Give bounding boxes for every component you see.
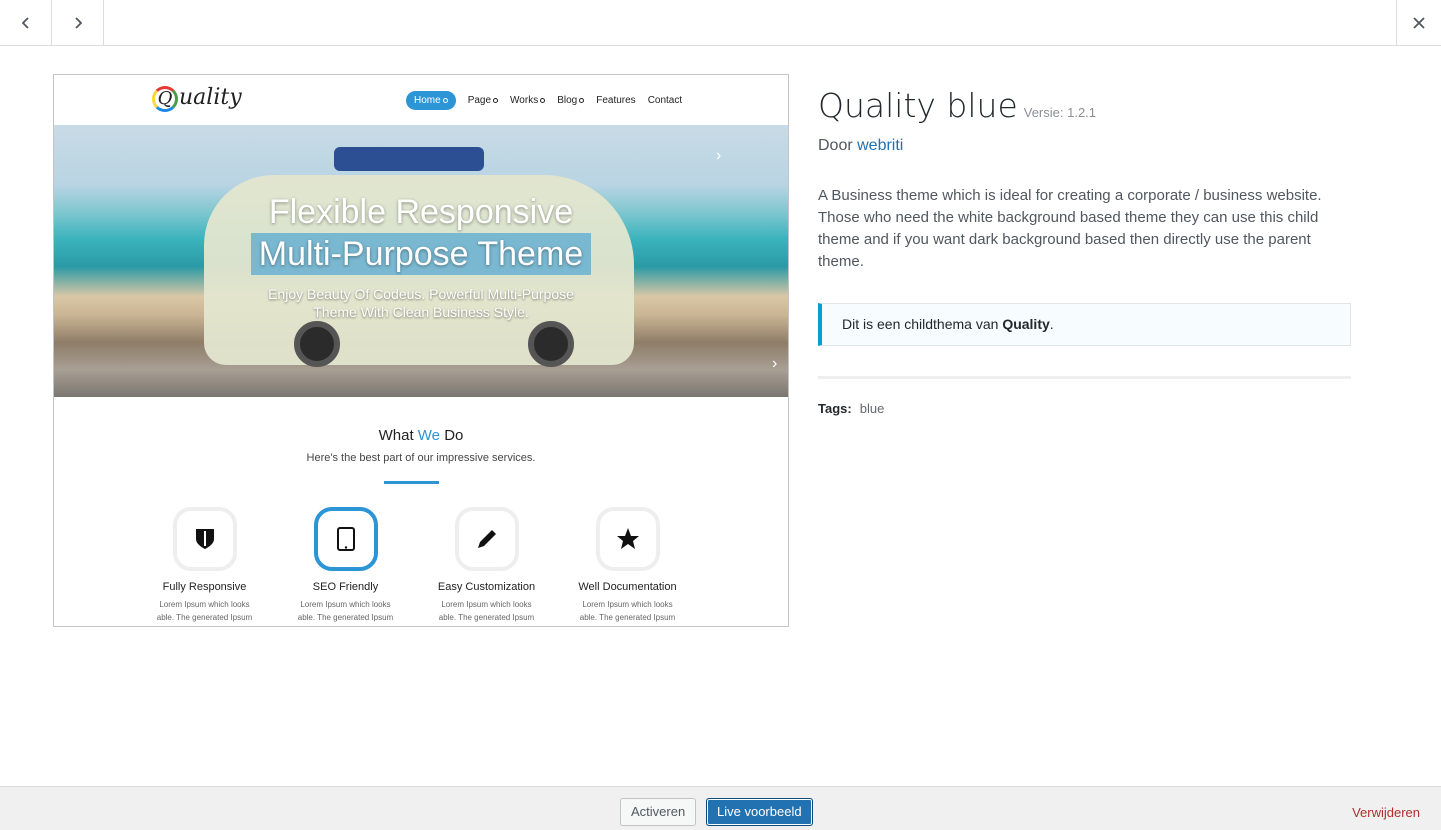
chevron-right-icon: › [772,355,778,372]
child-theme-notice: Dit is een childthema van Quality. [818,303,1351,346]
feature-item: Well Documentation Lorem Ipsum which loo… [577,507,678,624]
screenshot-hero: Flexible Responsive Multi-Purpose Theme … [54,125,788,397]
pencil-icon [454,507,519,571]
chevron-left-icon [21,16,29,29]
wheel-illustration [294,321,340,367]
chevron-right-icon [74,16,82,29]
screenshot-logo: Quality [152,85,242,112]
nav-page: Page [468,95,499,106]
hero-subtitle: Enjoy Beauty Of Codeus. Powerful Multi-P… [268,286,574,320]
tablet-icon [313,507,378,571]
nav-blog: Blog [557,95,585,106]
theme-author: Door webriti [818,137,904,154]
theme-version: Versie: 1.2.1 [1023,105,1097,120]
services-subtitle: Here's the best part of our impressive s… [306,452,536,464]
nav-features: Features [596,95,636,106]
parent-theme-name: Quality [1002,316,1050,332]
delete-link[interactable]: Verwijderen [1352,805,1420,820]
tag-blue: blue [859,401,885,416]
screenshot-header: Quality Home Page Works Blog Features Co… [54,75,788,125]
close-button[interactable] [1396,0,1441,45]
next-theme-button[interactable] [52,0,104,45]
star-icon [595,507,660,571]
nav-home: Home [406,91,456,110]
top-bar [0,0,1441,46]
hero-title: Flexible Responsive Multi-Purpose Theme [54,191,788,275]
feature-item: Easy Customization Lorem Ipsum which loo… [436,507,537,624]
divider [818,376,1351,379]
wheel-illustration [528,321,574,367]
screenshot-nav: Home Page Works Blog Features Contact [406,91,682,110]
theme-actions-bar: Activeren Live voorbeeld Verwijderen [0,786,1441,830]
services-list: Fully Responsive Lorem Ipsum which looks… [154,507,678,624]
theme-tags: Tags: blue [818,401,885,416]
feature-item: Fully Responsive Lorem Ipsum which looks… [154,507,255,624]
theme-description: A Business theme which is ideal for crea… [818,187,1322,270]
nav-contact: Contact [647,95,683,106]
theme-info: Quality blue Versie: 1.2.1 Door webriti A… [818,86,1352,416]
author-link[interactable]: webriti [857,137,903,154]
theme-name: Quality blue Versie: 1.2.1 [818,86,1097,125]
services-divider [384,481,439,484]
shield-icon [172,507,237,571]
van-roof-illustration [334,147,484,171]
feature-item: SEO Friendly Lorem Ipsum which looks able… [295,507,396,624]
services-title: What We Do [378,427,464,444]
theme-screenshot: Quality Home Page Works Blog Features Co… [53,74,789,627]
activate-button[interactable]: Activeren [620,798,697,826]
live-preview-button[interactable]: Live voorbeeld [706,798,813,826]
chevron-right-icon: › [716,147,722,164]
close-icon [1413,16,1425,29]
nav-works: Works [510,95,546,106]
screenshot-services: What We Do Here's the best part of our i… [54,397,788,626]
previous-theme-button[interactable] [0,0,52,45]
